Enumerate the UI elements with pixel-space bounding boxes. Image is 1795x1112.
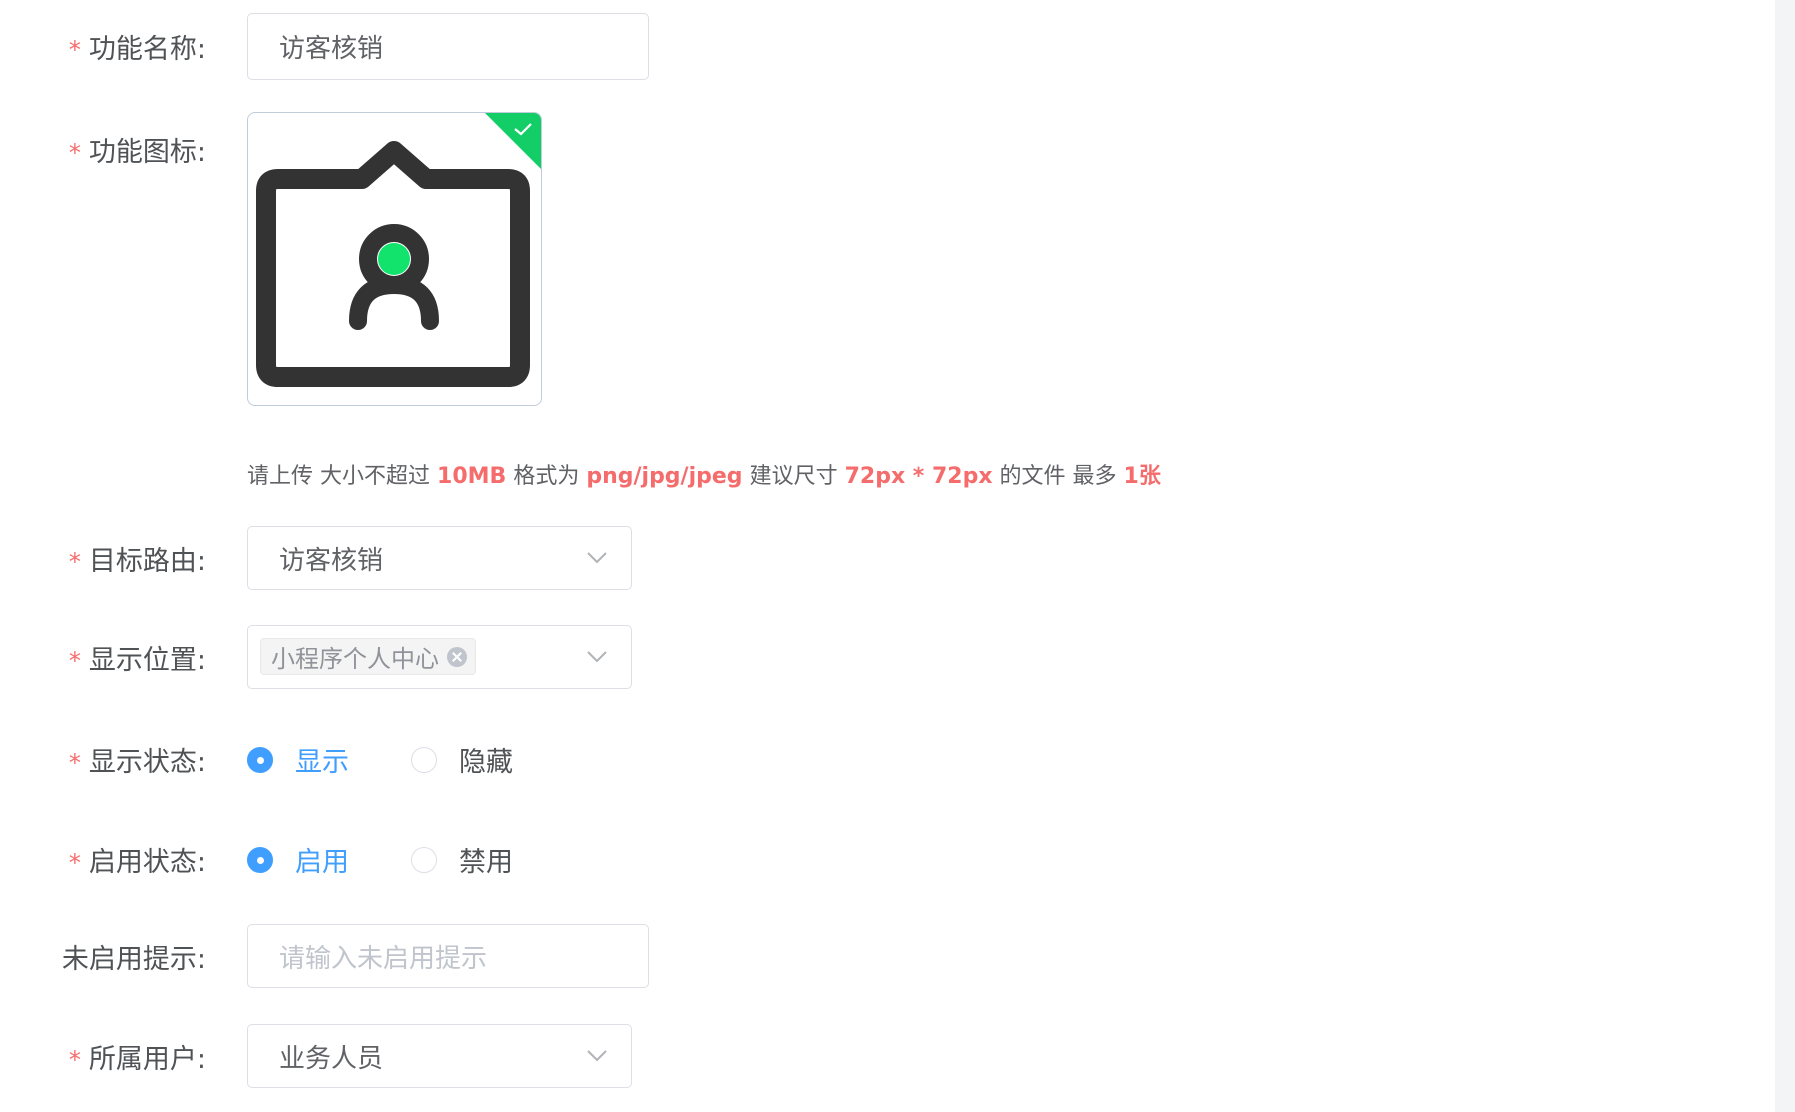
- radio-dot[interactable]: [247, 846, 273, 873]
- form-row-enable-status: * 启用状态: 启用 禁用: [0, 840, 700, 880]
- radio-show[interactable]: 显示: [247, 740, 349, 779]
- user-select[interactable]: 业务人员: [247, 1024, 632, 1088]
- radio-dot[interactable]: [411, 846, 437, 873]
- name-label: * 功能名称:: [68, 34, 206, 65]
- radio-hide[interactable]: 隐藏: [411, 740, 513, 779]
- form-row-position: * 显示位置: 小程序个人中心: [0, 625, 700, 689]
- route-select[interactable]: 访客核销: [247, 526, 632, 590]
- radio-disable[interactable]: 禁用: [411, 840, 513, 879]
- form-row-icon: * 功能图标:: [0, 130, 220, 170]
- scrollbar-track[interactable]: [1775, 0, 1795, 1112]
- enable-status-label: * 启用状态:: [68, 847, 206, 878]
- position-label: * 显示位置:: [68, 645, 206, 676]
- position-tag: 小程序个人中心: [260, 638, 476, 675]
- position-multiselect[interactable]: 小程序个人中心: [247, 625, 632, 689]
- chevron-down-icon: [587, 1050, 607, 1062]
- check-icon: [514, 123, 532, 136]
- radio-dot[interactable]: [411, 746, 437, 773]
- form-row-display-status: * 显示状态: 显示 隐藏: [0, 740, 700, 780]
- form-row-route: * 目标路由: 访客核销: [0, 526, 700, 590]
- radio-dot[interactable]: [247, 746, 273, 773]
- user-label: * 所属用户:: [68, 1044, 206, 1075]
- form-row-disabled-tip: 未启用提示: 请输入未启用提示: [0, 924, 700, 988]
- disabled-tip-label: 未启用提示:: [61, 944, 206, 975]
- route-label: * 目标路由:: [68, 546, 206, 577]
- icon-label: * 功能图标:: [68, 137, 206, 168]
- form-row-name: * 功能名称: 访客核销: [0, 13, 700, 80]
- name-input[interactable]: 访客核销: [247, 13, 649, 80]
- disabled-tip-input[interactable]: 请输入未启用提示: [247, 924, 649, 988]
- icon-upload-card[interactable]: [247, 112, 542, 406]
- chevron-down-icon: [587, 552, 607, 564]
- form-row-user: * 所属用户: 业务人员: [0, 1024, 700, 1088]
- upload-tip: 请上传 大小不超过 10MB 格式为 png/jpg/jpeg 建议尺寸 72p…: [247, 464, 1161, 489]
- radio-enable[interactable]: 启用: [247, 840, 349, 879]
- chevron-down-icon: [587, 651, 607, 663]
- display-status-label: * 显示状态:: [68, 747, 206, 778]
- tag-close-icon[interactable]: [447, 646, 467, 667]
